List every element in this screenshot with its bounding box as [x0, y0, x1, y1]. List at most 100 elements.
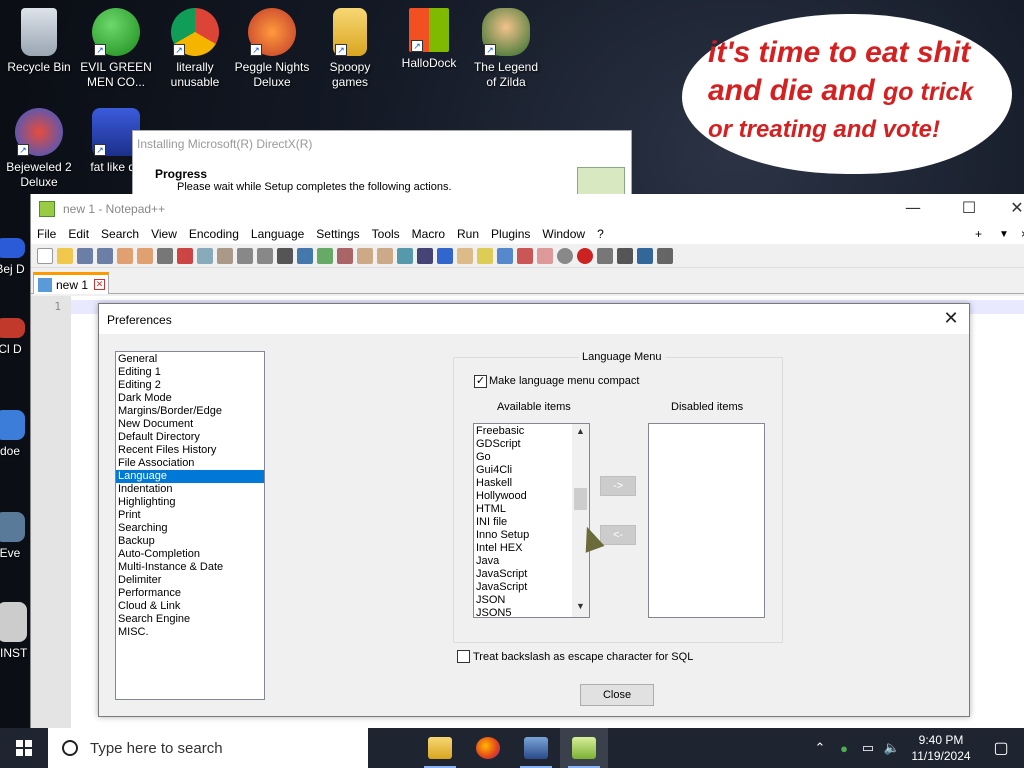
save-all-icon[interactable] [97, 247, 113, 264]
category-performance[interactable]: Performance [116, 587, 264, 600]
taskbar-file-explorer[interactable] [416, 728, 464, 768]
chevron-up-icon[interactable]: ⌃ [811, 740, 829, 756]
paste-icon[interactable] [217, 247, 233, 264]
menu-close-doc[interactable]: × [1015, 227, 1024, 241]
category-general[interactable]: General [116, 353, 264, 366]
menu-macro[interactable]: Macro [406, 227, 451, 241]
category-backup[interactable]: Backup [116, 535, 264, 548]
find-icon[interactable] [277, 247, 293, 264]
category-multi-instance[interactable]: Multi-Instance & Date [116, 561, 264, 574]
replace-icon[interactable] [297, 247, 313, 264]
category-file-association[interactable]: File Association [116, 457, 264, 470]
preferences-dialog[interactable]: Preferences ✕ General Editing 1 Editing … [98, 303, 970, 717]
menu-language[interactable]: Language [245, 227, 310, 241]
desktop-icon-legend-of-zilda[interactable]: ↗ The Legend of Zilda [468, 8, 544, 90]
category-dark-mode[interactable]: Dark Mode [116, 392, 264, 405]
desktop-icon-peggle-nights[interactable]: ↗ Peggle Nights Deluxe [234, 8, 310, 90]
taskbar-setup-app[interactable] [512, 728, 560, 768]
word-wrap-icon[interactable] [397, 247, 413, 264]
clock[interactable]: 9:40 PM 11/19/2024 [904, 732, 978, 764]
minimize-button[interactable]: — [893, 198, 933, 217]
save-icon[interactable] [77, 247, 93, 264]
undo-icon[interactable] [237, 247, 253, 264]
sql-backslash-checkbox[interactable] [457, 650, 470, 663]
cut-icon[interactable] [177, 247, 193, 264]
list-item[interactable]: Go [476, 451, 572, 464]
menu-view[interactable]: View [145, 227, 183, 241]
list-item[interactable]: Intel HEX [476, 542, 572, 555]
category-cloud-link[interactable]: Cloud & Link [116, 600, 264, 613]
menu-add-tab[interactable]: + [969, 227, 988, 241]
menu-help[interactable]: ? [591, 227, 610, 241]
network-icon[interactable]: ▭ [859, 740, 877, 756]
category-language[interactable]: Language [116, 470, 264, 483]
category-editing-1[interactable]: Editing 1 [116, 366, 264, 379]
doc-list-icon[interactable] [497, 247, 513, 264]
list-item[interactable]: JSON5 [476, 607, 572, 617]
category-print[interactable]: Print [116, 509, 264, 522]
monitoring-icon[interactable] [557, 247, 573, 264]
sync-h-icon[interactable] [377, 247, 393, 264]
print-icon[interactable] [157, 247, 173, 264]
scroll-thumb[interactable] [574, 488, 587, 510]
list-item[interactable]: JavaScript [476, 568, 572, 581]
menu-window[interactable]: Window [536, 227, 591, 241]
category-indentation[interactable]: Indentation [116, 483, 264, 496]
category-delimiter[interactable]: Delimiter [116, 574, 264, 587]
category-searching[interactable]: Searching [116, 522, 264, 535]
play-macro-icon[interactable] [617, 247, 633, 264]
menu-encoding[interactable]: Encoding [183, 227, 245, 241]
compact-menu-checkbox[interactable]: ✓ [474, 375, 487, 388]
maximize-button[interactable]: ☐ [949, 198, 989, 217]
list-item[interactable]: Java [476, 555, 572, 568]
scroll-down-icon[interactable]: ▼ [572, 601, 589, 615]
desktop-icon-bejeweled-2[interactable]: ↗ Bejeweled 2 Deluxe [1, 108, 77, 190]
list-item[interactable]: Gui4Cli [476, 464, 572, 477]
save-macro-icon[interactable] [657, 247, 673, 264]
menu-file[interactable]: File [31, 227, 62, 241]
menu-search[interactable]: Search [95, 227, 145, 241]
category-auto-completion[interactable]: Auto-Completion [116, 548, 264, 561]
taskbar-search-box[interactable]: Type here to search [48, 728, 368, 768]
notepadpp-titlebar[interactable]: new 1 - Notepad++ [31, 194, 1024, 224]
list-item[interactable]: HTML [476, 503, 572, 516]
notification-icon[interactable]: ▢ [981, 738, 1021, 758]
close-all-icon[interactable] [137, 247, 153, 264]
taskbar-firefox[interactable] [464, 728, 512, 768]
desktop-icon-spoopy-games[interactable]: ↗ Spoopy games [312, 8, 388, 90]
tab-close-icon[interactable]: ✕ [94, 279, 106, 290]
menu-run[interactable]: Run [451, 227, 485, 241]
new-file-icon[interactable] [37, 247, 53, 264]
show-all-chars-icon[interactable] [417, 247, 433, 264]
list-item[interactable]: JSON [476, 594, 572, 607]
category-default-directory[interactable]: Default Directory [116, 431, 264, 444]
available-items-list[interactable]: Freebasic GDScript Go Gui4Cli Haskell Ho… [473, 423, 590, 618]
list-item[interactable]: Inno Setup [476, 529, 572, 542]
zoom-out-icon[interactable] [337, 247, 353, 264]
run-macro-multiple-icon[interactable] [637, 247, 653, 264]
folder-workspace-icon[interactable] [537, 247, 553, 264]
redo-icon[interactable] [257, 247, 273, 264]
desktop-icon-evil-green-men[interactable]: ↗ EVIL GREEN MEN CO... [78, 8, 154, 90]
list-item[interactable]: GDScript [476, 438, 572, 451]
category-recent-files[interactable]: Recent Files History [116, 444, 264, 457]
menu-plugins[interactable]: Plugins [485, 227, 536, 241]
list-item[interactable]: Freebasic [476, 425, 572, 438]
category-new-document[interactable]: New Document [116, 418, 264, 431]
list-item[interactable]: Haskell [476, 477, 572, 490]
category-list[interactable]: General Editing 1 Editing 2 Dark Mode Ma… [115, 351, 265, 700]
dialog-close-icon[interactable]: ✕ [941, 308, 961, 329]
available-list-scrollbar[interactable]: ▲ ▼ [572, 424, 589, 617]
move-to-available-button[interactable]: <- [600, 525, 636, 545]
scroll-up-icon[interactable]: ▲ [572, 426, 589, 440]
menu-tools[interactable]: Tools [366, 227, 406, 241]
desktop-icon-recycle-bin[interactable]: Recycle Bin [1, 8, 77, 75]
function-list-icon[interactable] [517, 247, 533, 264]
start-button[interactable] [0, 728, 48, 768]
close-button[interactable]: Close [580, 684, 654, 706]
category-search-engine[interactable]: Search Engine [116, 613, 264, 626]
category-misc[interactable]: MISC. [116, 626, 264, 639]
category-highlighting[interactable]: Highlighting [116, 496, 264, 509]
preferences-titlebar[interactable]: Preferences [99, 304, 969, 334]
tab-new-1[interactable]: new 1 ✕ [33, 272, 109, 294]
